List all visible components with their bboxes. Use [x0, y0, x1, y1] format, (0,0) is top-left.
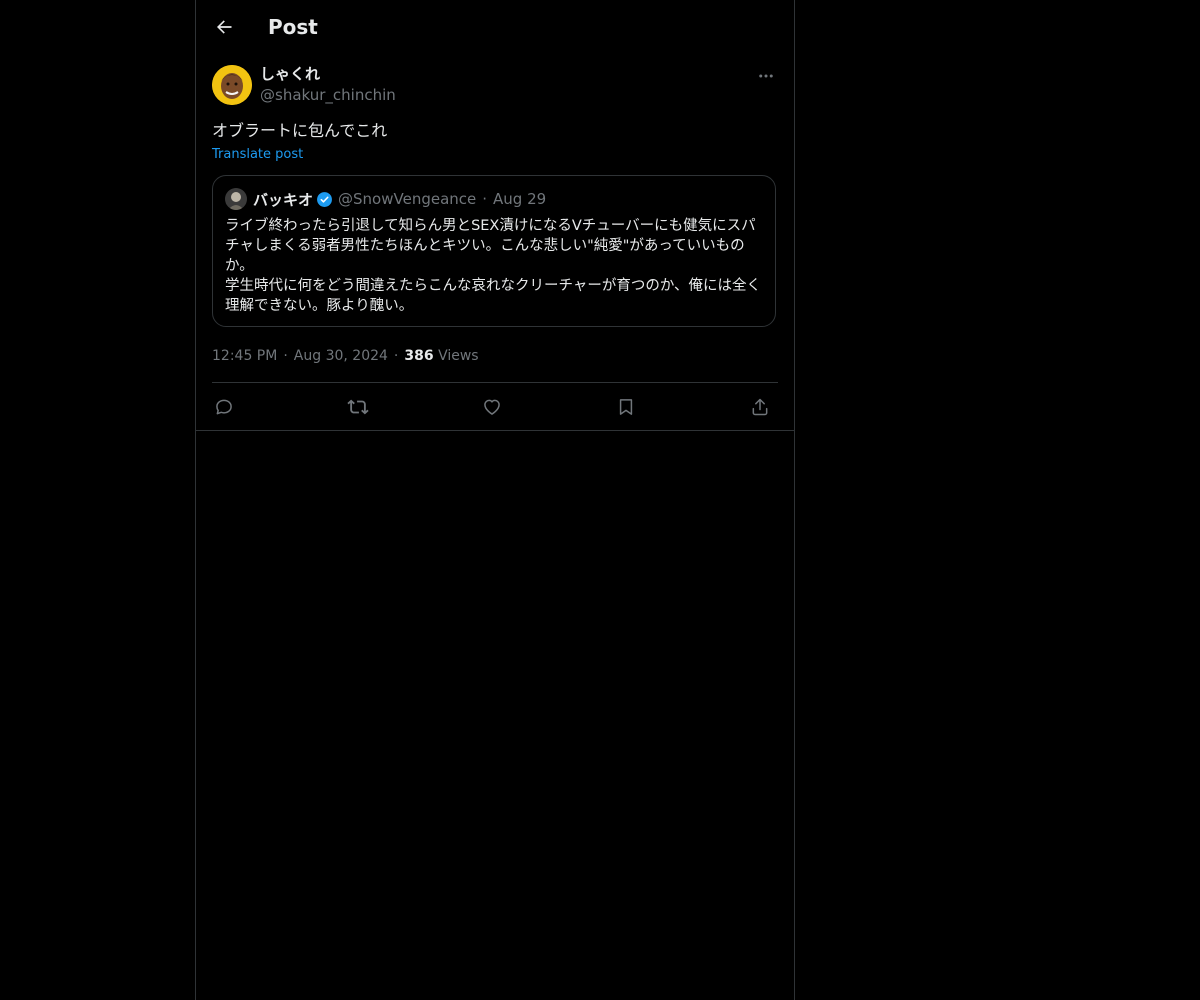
like-button[interactable] [480, 395, 504, 419]
views-count: 386 [404, 348, 434, 364]
repost-icon [347, 399, 369, 415]
share-button[interactable] [748, 395, 772, 419]
quoted-post-body: ライブ終わったら引退して知らん男とSEX漬けになるVチューバーにも健気にスパチャ… [225, 216, 767, 316]
more-dots-icon [759, 74, 773, 78]
author-display-name[interactable]: しゃくれ [260, 64, 320, 84]
divider [196, 430, 794, 431]
post-date[interactable]: Aug 30, 2024 [294, 348, 388, 364]
quoted-post-card[interactable]: バッキオ @SnowVengeance · Aug 29 ライブ終わったら引退し… [212, 175, 776, 327]
meta-separator: · [283, 348, 288, 364]
back-arrow-icon [217, 20, 232, 34]
quoted-display-name: バッキオ [253, 190, 314, 209]
repost-button[interactable] [346, 395, 370, 419]
quoted-paragraph: 学生時代に何をどう間違えたらこんな哀れなクリーチャーが育つのか、俺には全く理解で… [225, 278, 762, 314]
back-button[interactable] [210, 13, 238, 41]
share-icon [752, 398, 768, 416]
avatar[interactable] [212, 65, 252, 105]
meta-separator: · [393, 348, 399, 364]
quoted-handle: @SnowVengeance [338, 190, 477, 208]
page-title: Post [268, 15, 318, 39]
views-label: Views [438, 348, 479, 364]
like-icon [484, 399, 500, 415]
post-text: オブラートに包んでこれ [212, 121, 388, 140]
translate-post-link[interactable]: Translate post [212, 146, 303, 164]
post-author: しゃくれ @shakur_chinchin [212, 64, 778, 108]
reply-icon [216, 399, 232, 415]
top-bar: Post [196, 0, 794, 54]
post-detail-column: Post しゃくれ @shakur_chinchin オブラートに包んでこれ T… [195, 0, 795, 1000]
quoted-post-header: バッキオ @SnowVengeance · Aug 29 [225, 188, 546, 210]
quoted-avatar-image [225, 188, 247, 210]
more-options-button[interactable] [754, 66, 778, 86]
post-time[interactable]: 12:45 PM [212, 348, 277, 364]
bookmark-icon [619, 399, 633, 415]
quoted-date: Aug 29 [493, 190, 547, 208]
author-handle[interactable]: @shakur_chinchin [260, 85, 396, 105]
post-metadata: 12:45 PM · Aug 30, 2024 · 386 Views [212, 346, 479, 366]
quoted-avatar [225, 188, 247, 210]
avatar-image [212, 65, 252, 105]
bookmark-button[interactable] [614, 395, 638, 419]
quoted-paragraph: ライブ終わったら引退して知らん男とSEX漬けになるVチューバーにも健気にスパチャ… [225, 218, 756, 274]
quoted-separator: · [482, 190, 488, 208]
action-bar [212, 383, 778, 430]
verified-badge-icon [316, 191, 333, 208]
reply-button[interactable] [212, 395, 236, 419]
